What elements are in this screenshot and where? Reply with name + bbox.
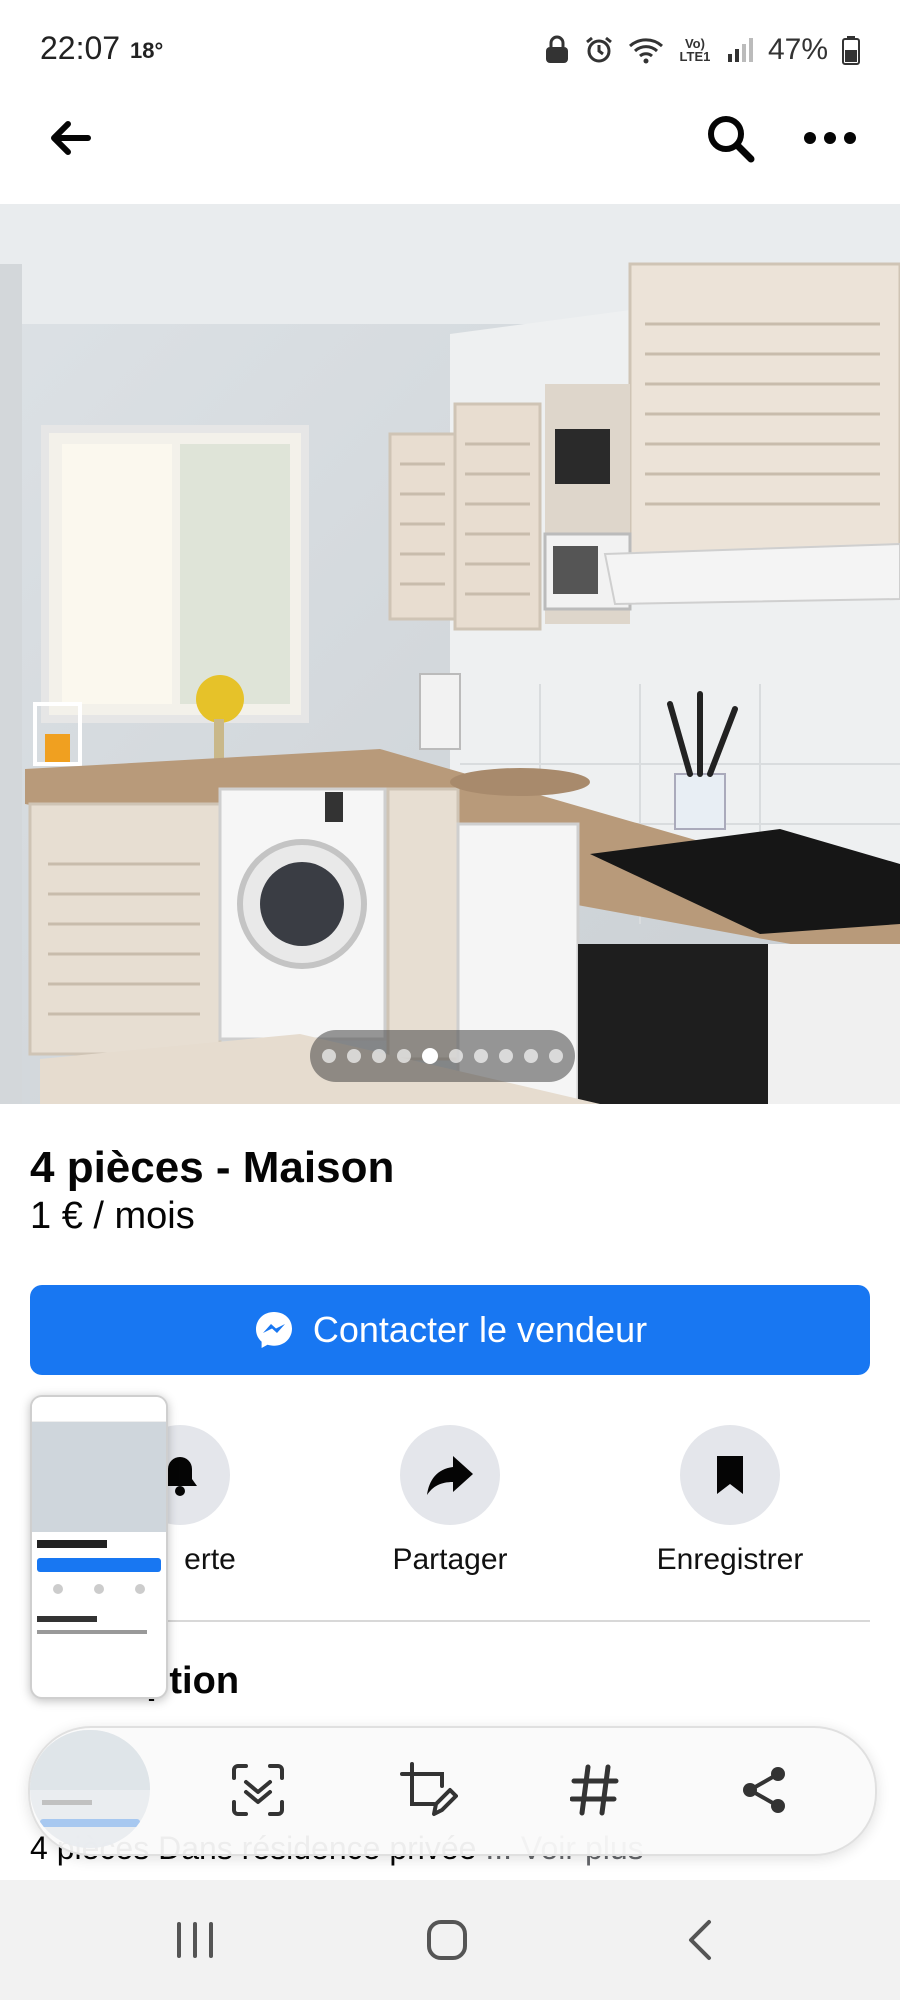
share-icon — [743, 1767, 785, 1813]
carousel-dot[interactable] — [372, 1049, 386, 1063]
edit-crop-icon — [400, 1762, 458, 1816]
preview-header — [32, 1397, 166, 1422]
save-label: Enregistrer — [656, 1543, 804, 1576]
search-button[interactable] — [700, 108, 760, 168]
carousel-dot[interactable] — [347, 1049, 361, 1063]
signal-icon — [727, 38, 753, 62]
battery-percentage: 47% — [767, 33, 828, 66]
carousel-dot[interactable] — [524, 1049, 538, 1063]
listing-photo[interactable] — [0, 204, 900, 1104]
share-screenshot-button[interactable] — [725, 1750, 805, 1830]
status-temperature: 18° — [130, 38, 164, 63]
carousel-dot[interactable] — [397, 1049, 411, 1063]
scan-text-icon — [232, 1764, 284, 1816]
carousel-dot[interactable] — [322, 1049, 336, 1063]
home-icon — [427, 1920, 467, 1960]
messenger-icon — [255, 1312, 292, 1348]
contact-seller-label: Contacter le vendeur — [312, 1309, 648, 1350]
preview-actions — [37, 1584, 161, 1594]
edit-crop-button[interactable] — [388, 1750, 468, 1830]
share-arrow-icon — [427, 1456, 473, 1495]
share-button[interactable]: Partager — [340, 1425, 560, 1577]
wifi-icon — [628, 38, 663, 64]
hashtag-icon — [570, 1764, 619, 1816]
back-icon — [689, 1920, 711, 1960]
back-button[interactable] — [40, 108, 100, 168]
scan-text-button[interactable] — [218, 1750, 298, 1830]
preview-button — [37, 1558, 161, 1572]
more-options-button[interactable] — [800, 108, 860, 168]
arrow-left-icon — [51, 121, 91, 155]
more-horizontal-icon — [804, 132, 856, 144]
home-button[interactable] — [402, 1905, 492, 1975]
status-icons: Vo) LTE1 47% — [544, 30, 860, 70]
carousel-dot[interactable] — [499, 1049, 513, 1063]
toolbar-thumb-button — [40, 1819, 140, 1827]
carousel-dot[interactable] — [474, 1049, 488, 1063]
status-time: 22:07 — [40, 30, 121, 66]
save-circle — [680, 1425, 780, 1525]
toolbar-thumb-line — [42, 1800, 92, 1805]
search-icon — [708, 116, 755, 163]
network-label: Vo) LTE1 — [679, 36, 711, 64]
battery-icon — [842, 36, 860, 65]
bookmark-icon — [717, 1456, 743, 1494]
share-circle — [400, 1425, 500, 1525]
recents-button[interactable] — [150, 1905, 240, 1975]
recents-icon — [177, 1922, 213, 1958]
carousel-dot[interactable] — [449, 1049, 463, 1063]
toolbar-thumbnail[interactable] — [30, 1730, 150, 1848]
carousel-dot-active[interactable] — [422, 1048, 438, 1064]
kitchen-photo — [0, 204, 900, 1104]
preview-heading — [37, 1616, 97, 1622]
hashtag-button[interactable] — [555, 1750, 635, 1830]
listing-price: 1 € / mois — [30, 1195, 195, 1237]
share-label: Partager — [392, 1543, 508, 1576]
nav-back-button[interactable] — [655, 1905, 745, 1975]
lock-icon — [545, 35, 568, 63]
preview-title-bar — [37, 1540, 107, 1548]
screenshot-preview[interactable] — [30, 1395, 168, 1699]
preview-photo — [32, 1422, 166, 1532]
carousel-indicator[interactable] — [310, 1030, 575, 1082]
save-button[interactable]: Enregistrer — [620, 1425, 840, 1577]
listing-title: 4 pièces - Maison — [30, 1143, 395, 1192]
preview-text — [37, 1630, 147, 1634]
alarm-icon — [586, 36, 612, 63]
carousel-dot[interactable] — [549, 1049, 563, 1063]
contact-seller-button[interactable]: Contacter le vendeur — [30, 1285, 870, 1375]
